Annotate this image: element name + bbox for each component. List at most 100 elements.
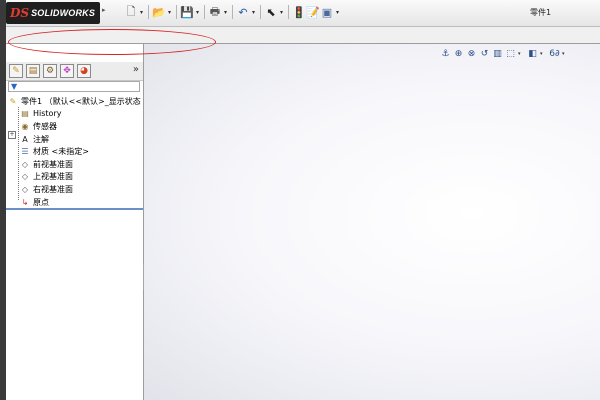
- tree-right-plane[interactable]: ◇ 右视基准面: [6, 183, 143, 196]
- section-view-button[interactable]: ▥: [492, 48, 503, 60]
- options-icon: ▣: [321, 5, 333, 19]
- select-button[interactable]: ⬉: [264, 5, 278, 19]
- open-dropdown-icon[interactable]: ▾: [166, 9, 173, 16]
- dimxpert-icon: ✥: [63, 66, 71, 76]
- undo-dropdown-icon[interactable]: ▾: [250, 9, 257, 16]
- part-icon: ✎: [9, 96, 17, 106]
- tree-material[interactable]: ☰ 材质 <未指定>: [6, 145, 143, 158]
- tree-item-label: 右视基准面: [33, 184, 73, 194]
- view-orientation-button[interactable]: ⚓: [440, 48, 451, 60]
- previous-view-button[interactable]: ↺: [479, 48, 490, 60]
- options-dropdown-icon[interactable]: ▾: [334, 9, 341, 16]
- print-button[interactable]: 🖶: [208, 5, 222, 19]
- document-title: 零件1: [530, 8, 552, 17]
- origin-icon: ↳: [21, 197, 29, 207]
- tree-item-label: History: [33, 109, 62, 119]
- tree-annotations[interactable]: A 注解: [6, 133, 143, 146]
- tree-item-label: 材质 <未指定>: [33, 147, 89, 157]
- zoom-to-fit-icon: ⊕: [454, 49, 463, 59]
- tree-item-label: 上视基准面: [33, 172, 73, 182]
- tree-item-label: 前视基准面: [33, 159, 73, 169]
- panel-divider: [6, 208, 143, 210]
- tree-item-label: 传感器: [33, 121, 57, 131]
- display-manager-icon: ◕: [80, 66, 88, 76]
- display-style-icon: ◧: [528, 49, 537, 59]
- material-icon: ☰: [21, 147, 29, 157]
- heads-up-view-toolbar: ⚓ ⊕ ⊗ ↺ ▥ ⬚ ▾ ◧ ▾ 6∂ ▾: [440, 47, 571, 61]
- toolbar-separator: [260, 5, 261, 19]
- save-dropdown-icon[interactable]: ▾: [194, 9, 201, 16]
- tree-sensors[interactable]: ◉ 传感器: [6, 120, 143, 133]
- tree-item-label: 零件1 （默认<<默认>_显示状态: [21, 96, 141, 106]
- property-manager-icon: ▤: [28, 66, 38, 76]
- undo-button[interactable]: ↶: [236, 5, 250, 19]
- logo-text: SOLIDWORKS: [31, 8, 96, 18]
- toolbar-separator: [204, 5, 205, 19]
- feature-tree: + ✎ 零件1 （默认<<默认>_显示状态 ▤ History ◉ 传感器 A 注解 ☰ 材质 <…: [6, 95, 143, 208]
- rebuild-traffic-light-icon: 🚦: [292, 5, 306, 19]
- zoom-area-icon: ⊗: [467, 49, 476, 59]
- annotations-icon: A: [22, 134, 28, 144]
- tree-top-plane[interactable]: ◇ 上视基准面: [6, 171, 143, 184]
- feature-manager-panel: » ✎ ▤ ⚙ ✥ ◕ ▼ + ✎ 零件1 （默认<<默认>_显示状态 ▤ History ◉ 传…: [6, 44, 144, 400]
- rebuild-button[interactable]: 🚦: [292, 5, 306, 19]
- toolbar-separator: [232, 5, 233, 19]
- tree-item-label: 原点: [33, 197, 49, 207]
- open-button[interactable]: 📂: [152, 5, 166, 19]
- tree-root-part[interactable]: ✎ 零件1 （默认<<默认>_显示状态: [6, 95, 143, 108]
- display-style-button-dropdown-icon[interactable]: ▾: [540, 51, 546, 57]
- top-toolbar-bar: DS SOLIDWORKS ▸ 🗋 ▾ 📂 ▾ 💾 ▾ 🖶 ▾ ↶ ▾ ⬉ ▾ 🚦 📝 ▣ ▾ 零件1: [6, 0, 600, 27]
- cube-view-icon: ⬚: [506, 49, 515, 59]
- dimxpert-tab[interactable]: ✥: [60, 64, 74, 78]
- hide-show-items-button-dropdown-icon[interactable]: ▾: [562, 51, 568, 57]
- options-button[interactable]: ▣: [320, 5, 334, 19]
- select-pointer-icon: ⬉: [266, 5, 276, 19]
- open-folder-icon: 📂: [152, 5, 166, 19]
- display-style-button[interactable]: ◧: [527, 48, 538, 60]
- print-dropdown-icon[interactable]: ▾: [222, 9, 229, 16]
- feature-filter-input[interactable]: ▼: [8, 81, 140, 92]
- new-document-dropdown-icon[interactable]: ▾: [138, 9, 145, 16]
- plane-icon: ◇: [21, 159, 29, 169]
- file-properties-icon: 📝: [306, 5, 320, 19]
- toolbar-separator: [176, 5, 177, 19]
- feature-manager-tabs: » ✎ ▤ ⚙ ✥ ◕: [6, 62, 143, 81]
- hide-show-icon: 6∂: [549, 49, 560, 59]
- property-manager-tab[interactable]: ▤: [26, 64, 40, 78]
- configuration-manager-tab[interactable]: ⚙: [43, 64, 57, 78]
- previous-view-icon: ↺: [480, 49, 489, 59]
- filter-icon: ▼: [11, 82, 18, 91]
- file-properties-button[interactable]: 📝: [306, 5, 320, 19]
- plane-icon: ◇: [21, 172, 29, 182]
- history-icon: ▤: [21, 109, 29, 119]
- sensors-icon: ◉: [21, 121, 29, 131]
- tree-front-plane[interactable]: ◇ 前视基准面: [6, 158, 143, 171]
- tree-origin[interactable]: ↳ 原点: [6, 196, 143, 209]
- graphics-area[interactable]: ⚓ ⊕ ⊗ ↺ ▥ ⬚ ▾ ◧ ▾ 6∂ ▾: [144, 44, 600, 400]
- zoom-to-fit-button[interactable]: ⊕: [453, 48, 464, 60]
- annotation-ellipse: [8, 29, 216, 55]
- view-orientation-menu-button[interactable]: ⬚: [505, 48, 516, 60]
- view-orientation-icon: ⚓: [441, 49, 450, 59]
- tree-history[interactable]: ▤ History: [6, 108, 143, 121]
- save-icon: 💾: [180, 5, 194, 19]
- standard-toolbar: 🗋 ▾ 📂 ▾ 💾 ▾ 🖶 ▾ ↶ ▾ ⬉ ▾ 🚦 📝 ▣ ▾: [124, 4, 341, 20]
- select-dropdown-icon[interactable]: ▾: [278, 9, 285, 16]
- new-document-button[interactable]: 🗋: [124, 5, 138, 19]
- tree-item-label: 注解: [33, 134, 49, 144]
- hide-show-items-button[interactable]: 6∂: [549, 48, 560, 60]
- view-orientation-menu-button-dropdown-icon[interactable]: ▾: [518, 51, 524, 57]
- solidworks-logo[interactable]: DS SOLIDWORKS: [6, 2, 100, 24]
- menu-expand-arrow-icon[interactable]: ▸: [102, 6, 106, 14]
- feature-manager-tab[interactable]: ✎: [9, 64, 23, 78]
- feature-tree-icon: ✎: [12, 66, 20, 76]
- undo-icon: ↶: [238, 5, 248, 19]
- toolbar-separator: [148, 5, 149, 19]
- configuration-icon: ⚙: [45, 66, 55, 76]
- expand-panel-icon[interactable]: »: [133, 64, 139, 75]
- new-document-icon: 🗋: [126, 4, 136, 18]
- zoom-area-button[interactable]: ⊗: [466, 48, 477, 60]
- display-manager-tab[interactable]: ◕: [77, 64, 91, 78]
- save-button[interactable]: 💾: [180, 5, 194, 19]
- print-icon: 🖶: [209, 4, 221, 18]
